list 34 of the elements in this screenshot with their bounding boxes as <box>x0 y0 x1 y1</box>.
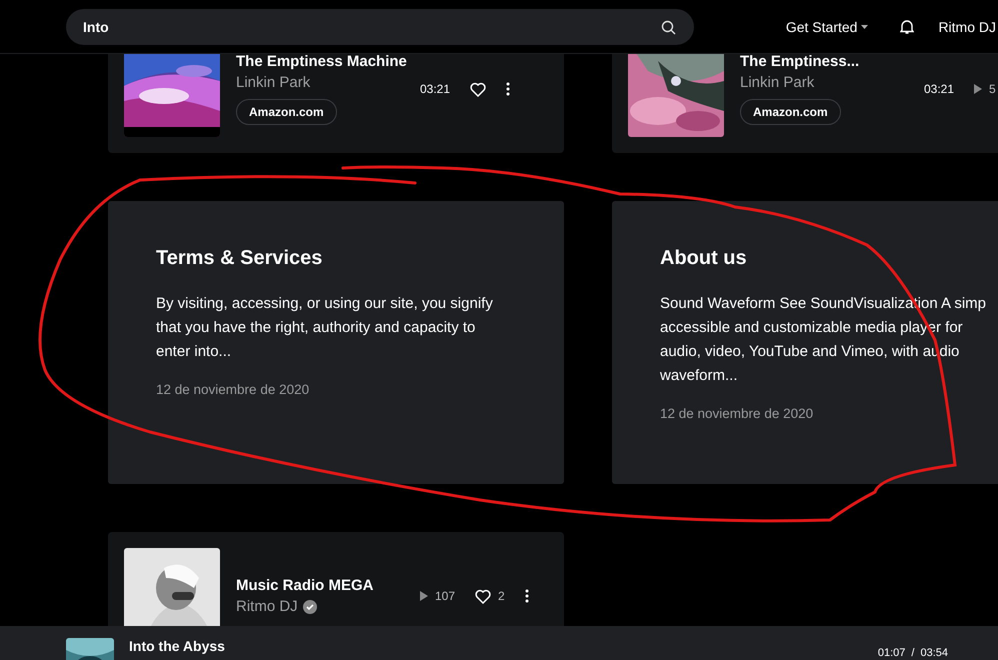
user-menu[interactable]: Ritmo DJ <box>938 18 996 34</box>
post-date: 12 de noviembre de 2020 <box>156 382 310 397</box>
track-title[interactable]: Music Radio MEGA <box>236 577 404 594</box>
heart-icon[interactable] <box>470 82 486 96</box>
get-started-menu[interactable]: Get Started <box>786 18 868 34</box>
duration: 03:21 <box>420 82 450 96</box>
post-title[interactable]: Terms & Services <box>156 247 516 270</box>
now-playing-title[interactable]: Into the Abyss <box>129 638 225 654</box>
play-icon <box>974 84 982 94</box>
time-separator: / <box>911 647 914 659</box>
bell-icon[interactable] <box>900 18 914 34</box>
elapsed-time: 01:07 <box>878 647 906 659</box>
search-field[interactable]: Into <box>66 8 694 44</box>
more-icon[interactable] <box>506 82 510 96</box>
search-icon[interactable] <box>661 20 676 34</box>
play-count: 107 <box>435 589 456 603</box>
post-excerpt: By visiting, accessing, or using our site, you signify that you have the right, authority and capacity to enter into... <box>156 294 494 362</box>
caret-icon <box>861 24 868 28</box>
heart-icon[interactable] <box>475 588 492 604</box>
track-title[interactable]: The Emptiness... <box>740 54 908 70</box>
artist-name[interactable]: Linkin Park <box>236 74 310 91</box>
total-time: 03:54 <box>920 647 948 659</box>
post-date: 12 de noviembre de 2020 <box>660 406 814 421</box>
artist-name[interactable]: Ritmo DJ <box>236 598 298 615</box>
duration: 03:21 <box>924 82 954 96</box>
like-count: 2 <box>498 589 505 603</box>
store-button[interactable]: Amazon.com <box>740 99 841 125</box>
artist-name[interactable]: Linkin Park <box>740 74 814 91</box>
play-icon <box>420 591 428 601</box>
post-title[interactable]: About us <box>660 247 998 270</box>
more-icon[interactable] <box>524 589 529 603</box>
track-title[interactable]: The Emptiness Machine <box>236 54 404 70</box>
store-button[interactable]: Amazon.com <box>236 99 337 125</box>
play-count: 5 <box>989 82 996 96</box>
